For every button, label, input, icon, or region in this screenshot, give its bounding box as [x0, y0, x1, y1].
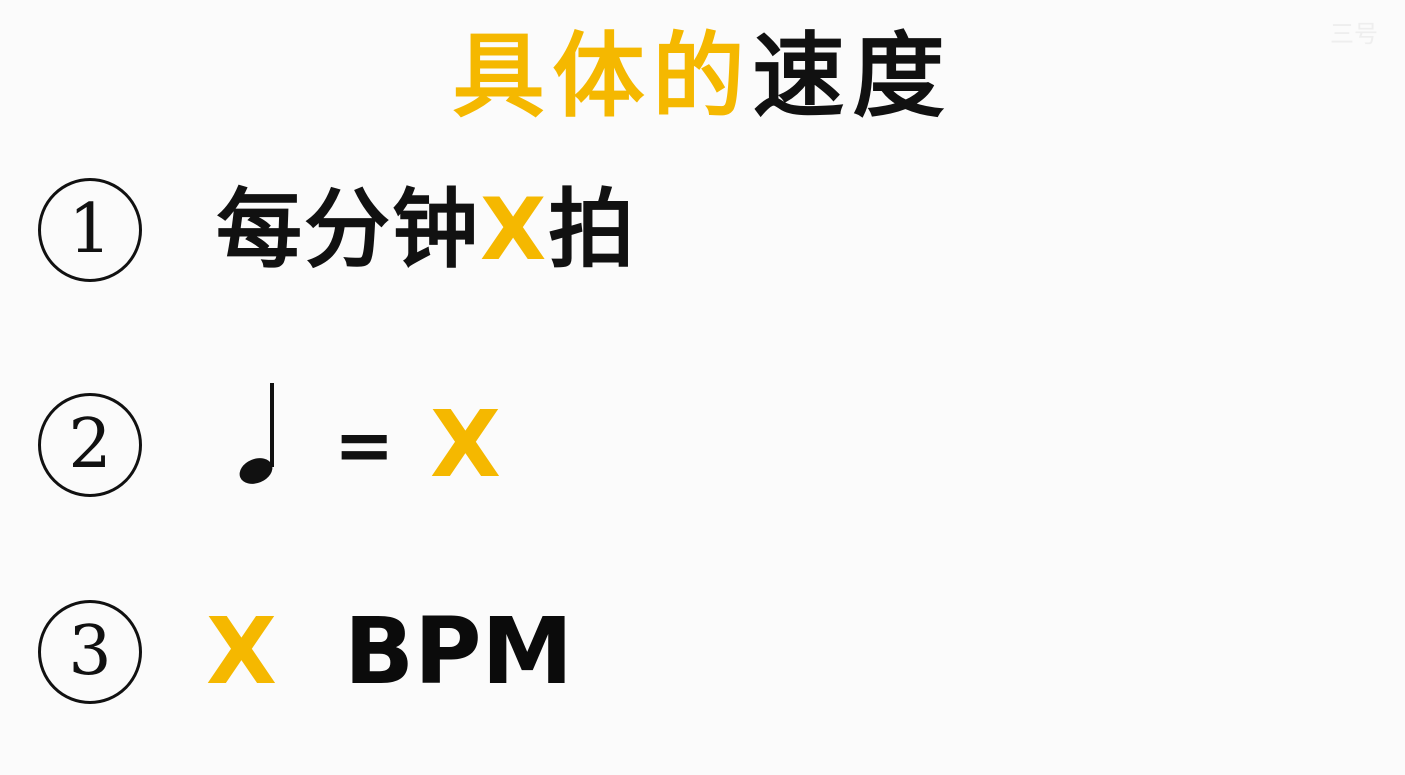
- item-1-variable: X: [480, 180, 549, 280]
- item-2-variable: X: [430, 391, 501, 498]
- title-highlight: 具体的: [452, 23, 753, 130]
- item-number-3: 3: [38, 600, 142, 704]
- item-number-1: 1: [38, 178, 142, 282]
- item-1-prefix: 每分钟: [216, 180, 480, 280]
- quarter-note-icon: [239, 383, 274, 484]
- watermark: 三号: [1330, 20, 1378, 48]
- slide-title: 具体的速度: [0, 22, 1405, 132]
- item-1-text: 每分钟X拍: [216, 180, 636, 280]
- item-1-suffix: 拍: [548, 180, 637, 280]
- equals-sign: =: [334, 403, 395, 487]
- item-3-variable: X: [206, 598, 277, 705]
- item-number-2: 2: [38, 393, 142, 497]
- bpm-label: BPM: [344, 598, 574, 705]
- title-rest: 速度: [752, 23, 953, 130]
